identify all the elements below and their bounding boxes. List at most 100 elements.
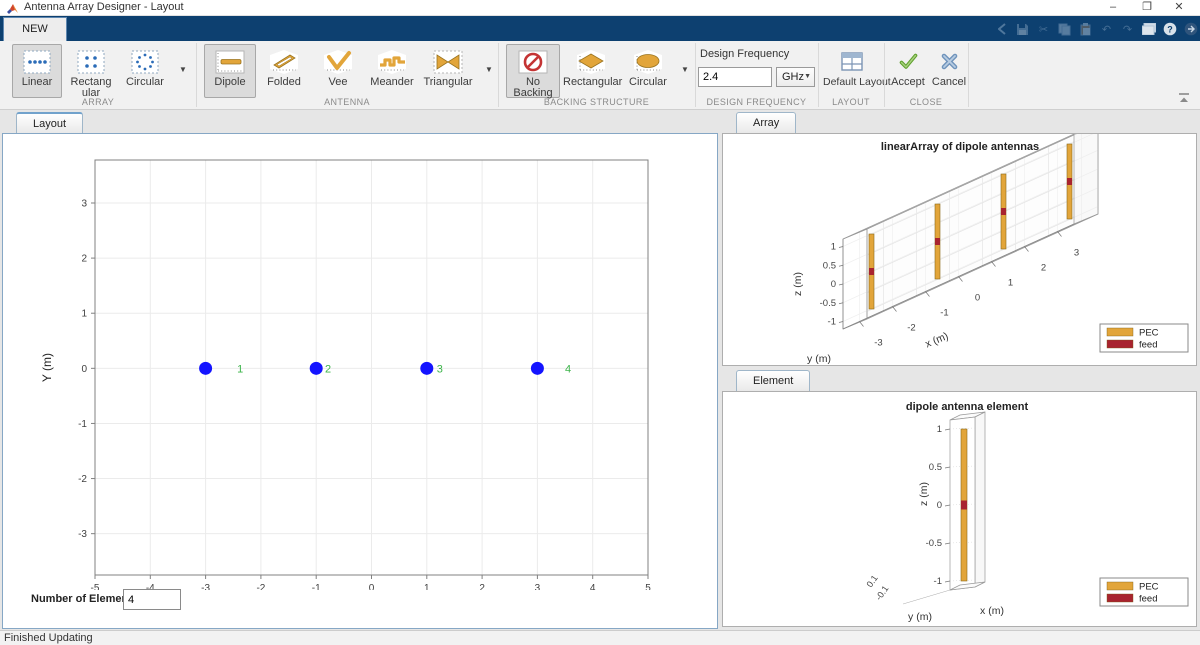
- antenna-vee-button[interactable]: Vee: [312, 44, 364, 98]
- x-tick-label: 4: [590, 583, 596, 590]
- no-backing-icon: [507, 45, 559, 75]
- close-button[interactable]: ✕: [1164, 0, 1194, 15]
- ribbon: Linear Rectangular Circular ▼ ARRAY Dipo…: [0, 41, 1200, 110]
- y-axis-label: y (m): [807, 353, 831, 365]
- restore-button[interactable]: ❐: [1132, 0, 1162, 15]
- y-tick-label: 0: [81, 364, 87, 375]
- button-label: Accept: [889, 77, 927, 88]
- vee-dipole-icon: [313, 45, 363, 75]
- collapse-ribbon-icon[interactable]: [1176, 91, 1192, 103]
- z-tick-label: 0.5: [929, 462, 942, 473]
- cancel-button[interactable]: Cancel: [930, 44, 968, 98]
- antenna-meander-button[interactable]: Meander: [366, 44, 418, 98]
- section-label-array: ARRAY: [0, 97, 196, 107]
- array-rectangular-button[interactable]: Rectangular: [66, 44, 116, 98]
- element-number-label: 4: [565, 363, 571, 375]
- copy-icon[interactable]: [1057, 22, 1072, 37]
- number-of-elements-row: Number of Elements:: [31, 593, 142, 615]
- antenna-gallery-dropdown-icon[interactable]: ▼: [482, 63, 496, 77]
- ribbon-tab-strip: NEW ✂ ↶ ↷ ?: [0, 16, 1200, 41]
- array-element-marker[interactable]: [420, 362, 433, 375]
- layout-panel-body: -5-4-3-2-1012345-3-2-101231234Y (m) Numb…: [2, 133, 718, 629]
- tab-element[interactable]: Element: [736, 370, 810, 391]
- circular-backing-icon: [623, 45, 673, 75]
- design-frequency-label: Design Frequency: [700, 48, 789, 60]
- cancel-x-icon: [931, 45, 967, 75]
- back-chevron-icon[interactable]: [994, 22, 1009, 37]
- array-element-marker[interactable]: [199, 362, 212, 375]
- feed-point: [869, 268, 874, 275]
- button-label: No Backing: [507, 77, 559, 99]
- button-label: Circular: [121, 77, 169, 88]
- element-number-label: 3: [437, 363, 443, 375]
- circular-array-icon: [121, 45, 169, 75]
- x-tick-label: -2: [256, 583, 265, 590]
- plot-title: dipole antenna element: [906, 401, 1029, 413]
- array-3d-plot[interactable]: linearArray of dipole antennas10.50-0.5-…: [723, 134, 1196, 365]
- x-tick-label: -1: [312, 583, 321, 590]
- button-label: Folded: [259, 77, 309, 88]
- element-number-label: 1: [237, 363, 243, 375]
- array-element-marker[interactable]: [310, 362, 323, 375]
- element-number-label: 2: [325, 363, 331, 375]
- layout-plot[interactable]: -5-4-3-2-1012345-3-2-101231234Y (m): [3, 134, 717, 590]
- save-icon[interactable]: [1015, 22, 1030, 37]
- y-tick-label: 0.1: [864, 573, 879, 589]
- y-tick-label: 2: [81, 254, 87, 265]
- number-of-elements-input[interactable]: [123, 589, 181, 610]
- dipole-antenna-icon: [205, 45, 255, 75]
- help-icon[interactable]: ?: [1162, 22, 1177, 37]
- accept-button[interactable]: Accept: [888, 44, 928, 98]
- default-layout-icon: [823, 45, 881, 75]
- array-gallery-dropdown-icon[interactable]: ▼: [176, 63, 190, 77]
- array-element-marker[interactable]: [531, 362, 544, 375]
- tab-new[interactable]: NEW: [3, 17, 67, 41]
- x-tick-label: 3: [535, 583, 541, 590]
- layout-panel: Layout -5-4-3-2-1012345-3-2-101231234Y (…: [0, 110, 720, 630]
- backing-rectangular-button[interactable]: Rectangular: [562, 44, 620, 98]
- redo-icon[interactable]: ↷: [1120, 22, 1135, 37]
- z-tick-label: -1: [934, 576, 942, 587]
- y-tick-label: -1: [78, 419, 87, 430]
- z-tick-label: 0.5: [823, 260, 836, 271]
- window-layout-icon[interactable]: [1141, 22, 1156, 37]
- antenna-triangular-button[interactable]: Triangular: [420, 44, 476, 98]
- triangular-bowtie-icon: [421, 45, 475, 75]
- x-tick-label: 1: [1008, 278, 1013, 289]
- status-text: Finished Updating: [4, 632, 93, 644]
- backing-none-button[interactable]: No Backing: [506, 44, 560, 98]
- rectangular-backing-icon: [563, 45, 619, 75]
- z-tick-label: -0.5: [820, 298, 836, 309]
- element-3d-plot[interactable]: dipole antenna element10.50-0.5-1z (m)0.…: [723, 392, 1196, 626]
- legend-label: PEC: [1139, 582, 1159, 593]
- folded-dipole-icon: [259, 45, 309, 75]
- design-frequency-input[interactable]: [698, 67, 772, 87]
- minimize-button[interactable]: –: [1098, 0, 1128, 15]
- tab-layout[interactable]: Layout: [16, 112, 83, 133]
- feed-point: [1001, 208, 1006, 215]
- paste-icon[interactable]: [1078, 22, 1093, 37]
- cut-icon[interactable]: ✂: [1036, 22, 1051, 37]
- resources-icon[interactable]: [1183, 22, 1198, 37]
- tab-array[interactable]: Array: [736, 112, 796, 133]
- button-label: Triangular: [421, 77, 475, 88]
- quick-access-toolbar: ✂ ↶ ↷ ?: [994, 19, 1198, 39]
- x-axis-label: x (m): [923, 330, 950, 350]
- undo-icon[interactable]: ↶: [1099, 22, 1114, 37]
- antenna-folded-button[interactable]: Folded: [258, 44, 310, 98]
- default-layout-button[interactable]: Default Layout: [822, 44, 882, 98]
- backing-gallery-dropdown-icon[interactable]: ▼: [678, 63, 692, 77]
- z-axis-label: z (m): [918, 482, 930, 506]
- rectangular-array-icon: [67, 45, 115, 75]
- legend: PECfeed: [1100, 578, 1188, 606]
- plot-title: linearArray of dipole antennas: [881, 141, 1039, 153]
- button-label: Rectangular: [563, 77, 619, 88]
- z-tick-label: 1: [937, 424, 942, 435]
- y-axis-label: Y (m): [40, 353, 54, 382]
- frequency-unit-select[interactable]: GHz▼: [776, 67, 815, 87]
- array-linear-button[interactable]: Linear: [12, 44, 62, 98]
- backing-circular-button[interactable]: Circular: [622, 44, 674, 98]
- x-tick-label: -1: [940, 308, 948, 319]
- antenna-dipole-button[interactable]: Dipole: [204, 44, 256, 98]
- array-circular-button[interactable]: Circular: [120, 44, 170, 98]
